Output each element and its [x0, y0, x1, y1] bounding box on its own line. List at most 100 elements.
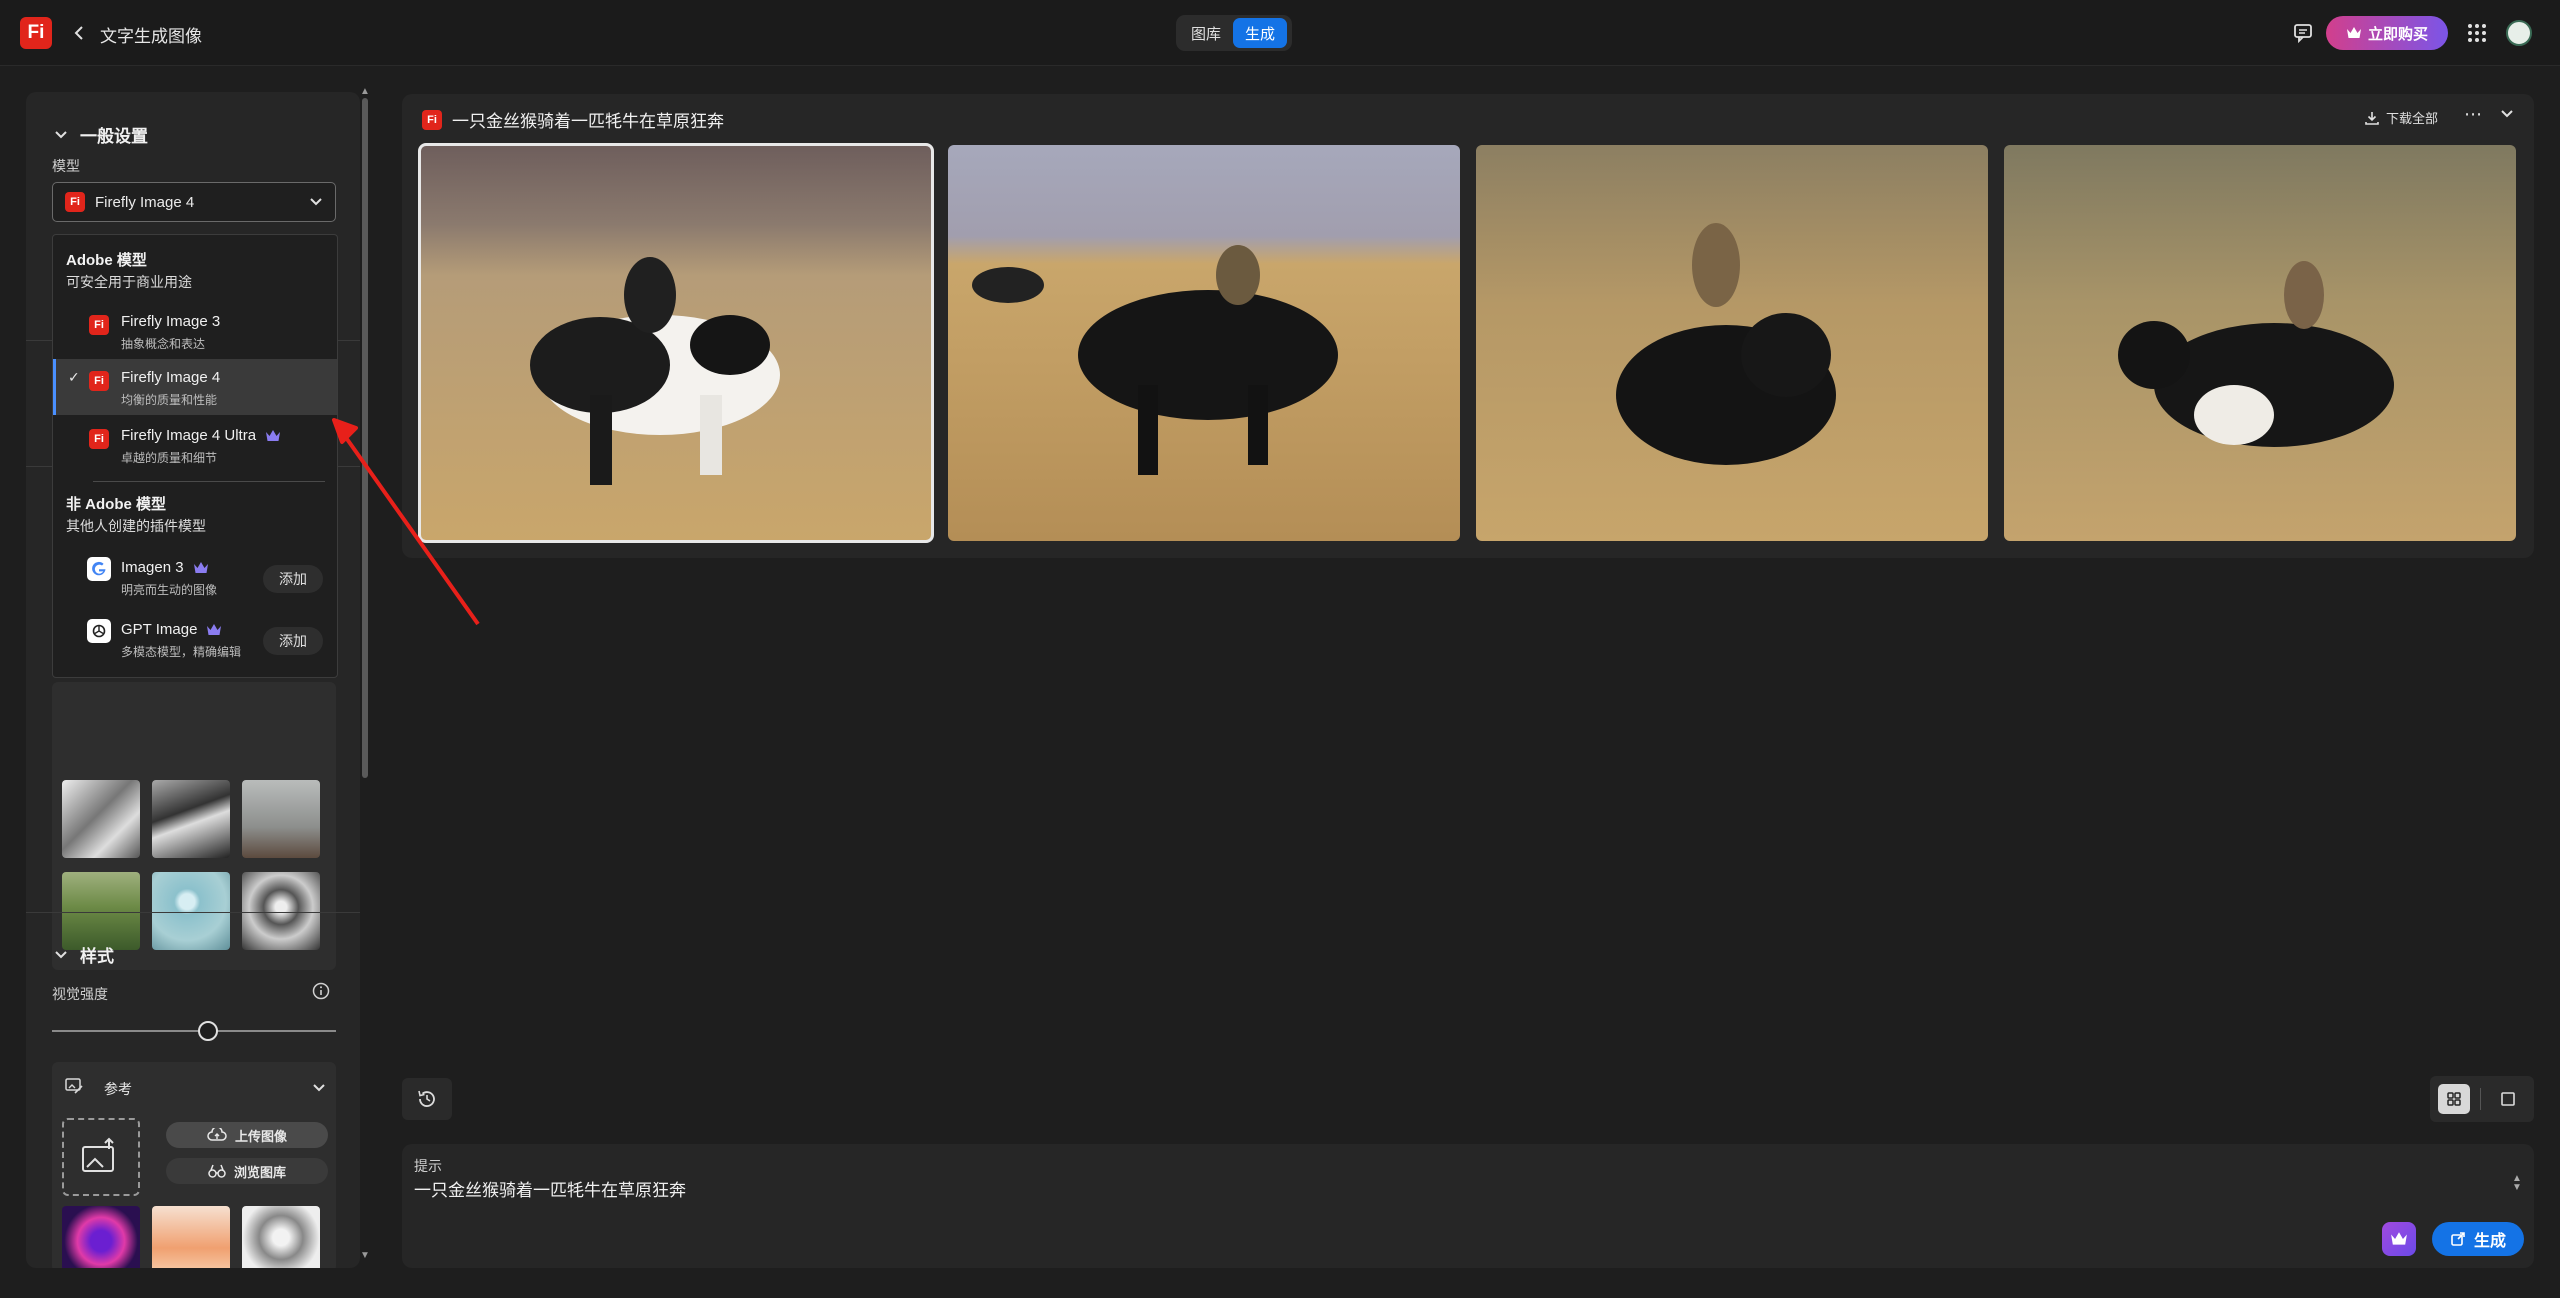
add-gpt-image-button[interactable]: 添加 [263, 627, 323, 655]
premium-crown-icon [207, 623, 222, 635]
non-adobe-models-heading: 非 Adobe 模型 [66, 496, 166, 513]
divider [93, 481, 325, 482]
result-prompt-title: 一只金丝猴骑着一匹牦牛在草原狂奔 [452, 112, 724, 131]
sidebar-scrollbar[interactable] [362, 98, 368, 778]
model-description: 卓越的质量和细节 [121, 451, 218, 465]
buy-now-label: 立即购买 [2367, 25, 2428, 43]
model-name: GPT Image [121, 621, 198, 638]
upload-image-button[interactable]: 上传图像 [166, 1122, 328, 1148]
firefly-logo[interactable]: Fi [20, 17, 52, 49]
feedback-icon[interactable] [2292, 22, 2314, 49]
scroll-down-arrow-icon[interactable]: ▼ [360, 1250, 370, 1261]
generate-icon [2451, 1232, 2465, 1246]
reference-panel: 参考 上传图像 浏览图库 [52, 1062, 336, 1268]
reference-thumbnail-neon[interactable] [62, 1206, 140, 1268]
adobe-models-heading: Adobe 模型 [66, 252, 147, 269]
visual-intensity-label: 视觉强度 [52, 986, 108, 1002]
firefly-badge-icon: Fi [422, 109, 442, 130]
thumbnail-landscape-bw[interactable] [152, 780, 230, 858]
menu-item-firefly-image-4[interactable]: ✓ Fi Firefly Image 4 均衡的质量和性能 [53, 359, 337, 415]
tab-gallery[interactable]: 图库 [1179, 18, 1233, 48]
top-bar: Fi 文字生成图像 图库 生成 立即购买 [0, 0, 2560, 66]
premium-crown-icon [193, 561, 208, 573]
google-icon [87, 557, 111, 581]
generated-image-3[interactable] [1476, 145, 1988, 541]
generate-button[interactable]: 生成 [2432, 1222, 2524, 1256]
model-select[interactable]: Fi Firefly Image 4 [52, 182, 336, 222]
back-chevron-icon[interactable] [70, 22, 90, 44]
upload-reference-dropzone[interactable] [62, 1118, 140, 1196]
model-name: Firefly Image 3 [121, 313, 221, 330]
prompt-label: 提示 [414, 1158, 442, 1174]
apps-grid-icon[interactable] [2466, 22, 2488, 49]
chevron-down-icon [55, 950, 67, 958]
model-name: Firefly Image 4 [121, 369, 221, 386]
model-description: 抽象概念和表达 [121, 337, 206, 351]
generated-image-1[interactable] [418, 143, 934, 543]
buy-now-button[interactable]: 立即购买 [2326, 16, 2448, 50]
generate-label: 生成 [2473, 1233, 2506, 1250]
tab-generate[interactable]: 生成 [1233, 18, 1288, 48]
firefly-badge-icon: Fi [89, 371, 109, 391]
chevron-down-icon [55, 130, 67, 138]
cloud-upload-icon [207, 1128, 227, 1141]
model-select-value: Firefly Image 4 [95, 193, 195, 211]
user-avatar[interactable] [2506, 20, 2532, 46]
premium-button[interactable] [2382, 1222, 2416, 1256]
model-dropdown-menu: Adobe 模型 可安全用于商业用途 Fi Firefly Image 3 抽象… [52, 234, 338, 678]
reference-thumbnail-statue[interactable] [242, 1206, 320, 1268]
grid-view-button[interactable] [2438, 1084, 2470, 1114]
info-icon[interactable] [312, 982, 330, 1005]
grid-view-icon [2447, 1092, 2461, 1106]
single-view-button[interactable] [2492, 1084, 2524, 1114]
thumbnail-bird-sketch[interactable] [62, 780, 140, 858]
prompt-input[interactable]: 一只金丝猴骑着一匹牦牛在草原狂奔 [414, 1176, 686, 1201]
thumbnail-3d-sphere[interactable] [152, 872, 230, 950]
style-section-title: 样式 [80, 947, 114, 966]
scroll-up-arrow-icon[interactable]: ▲ [360, 86, 370, 97]
view-toggle [2430, 1076, 2534, 1122]
model-name: Imagen 3 [121, 559, 184, 576]
add-imagen-3-button[interactable]: 添加 [263, 565, 323, 593]
reference-thumbnail-thumbsup[interactable] [152, 1206, 230, 1268]
generated-image-2[interactable] [948, 145, 1460, 541]
image-upload-icon [82, 1137, 114, 1172]
more-options-icon[interactable]: ⋯ [2464, 104, 2482, 125]
generated-image-4[interactable] [2004, 145, 2516, 541]
reference-label: 参考 [104, 1081, 132, 1097]
download-all-button[interactable]: 下载全部 [2364, 108, 2438, 127]
checkmark-icon: ✓ [68, 369, 80, 385]
crown-icon [2346, 27, 2361, 38]
history-button[interactable] [402, 1078, 452, 1120]
single-view-icon [2501, 1092, 2515, 1106]
general-settings-header[interactable]: 一般设置 [54, 122, 148, 147]
visual-intensity-slider-handle[interactable] [198, 1021, 219, 1041]
divider [26, 912, 360, 913]
chevron-down-icon [310, 198, 322, 206]
menu-item-firefly-image-3[interactable]: Fi Firefly Image 3 抽象概念和表达 [53, 303, 337, 359]
binoculars-icon [208, 1164, 226, 1178]
firefly-badge-icon: Fi [65, 192, 85, 212]
general-settings-title: 一般设置 [80, 127, 148, 146]
divider [2480, 1088, 2481, 1110]
menu-item-firefly-image-4-ultra[interactable]: Fi Firefly Image 4 Ultra 卓越的质量和细节 [53, 417, 337, 473]
prompt-scroll-arrows-icon[interactable]: ▲ ▼ [2512, 1174, 2522, 1193]
menu-item-imagen-3[interactable]: Imagen 3 明亮而生动的图像 添加 [53, 549, 337, 605]
thumbnail-owl-sketch[interactable] [242, 872, 320, 950]
thumbnail-interior[interactable] [242, 780, 320, 858]
visual-intensity-slider-track[interactable] [52, 1030, 336, 1032]
openai-icon [87, 619, 111, 643]
upload-image-label: 上传图像 [234, 1128, 287, 1144]
browse-gallery-label: 浏览图库 [233, 1164, 286, 1180]
chevron-down-icon[interactable] [312, 1080, 326, 1098]
menu-item-gpt-image[interactable]: GPT Image 多模态模型，精确编辑 添加 [53, 611, 337, 667]
firefly-badge-icon: Fi [89, 315, 109, 335]
model-name: Firefly Image 4 Ultra [121, 427, 257, 444]
history-icon [418, 1090, 435, 1107]
model-description: 多模态模型，精确编辑 [121, 645, 242, 659]
model-description: 均衡的质量和性能 [121, 393, 218, 407]
browse-gallery-button[interactable]: 浏览图库 [166, 1158, 328, 1184]
chevron-down-icon[interactable] [2500, 106, 2514, 124]
thumbnail-road-field[interactable] [62, 872, 140, 950]
style-section-header[interactable]: 样式 [54, 942, 114, 967]
